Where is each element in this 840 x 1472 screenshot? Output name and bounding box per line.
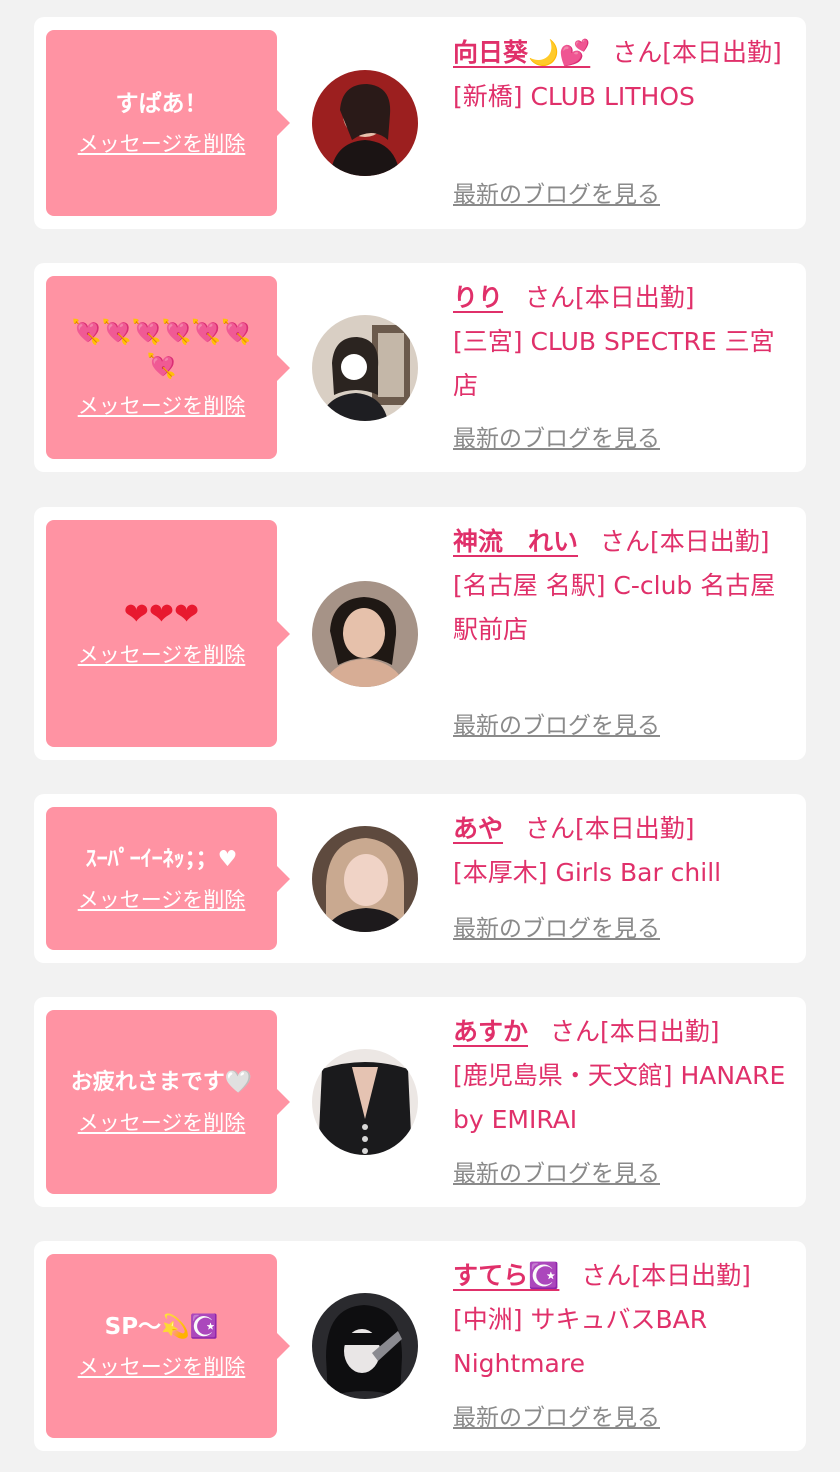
shop-name: [本厚木] Girls Bar chill: [453, 858, 722, 887]
girl-name-link[interactable]: すてら☪️: [453, 1261, 559, 1290]
message-bubble: 💘💘💘💘💘💘💘 メッセージを削除: [46, 276, 290, 459]
shop-name: [中洲] サキュバスBAR Nightmare: [453, 1305, 708, 1378]
attendance-status: さん[本日出勤]: [550, 1017, 720, 1046]
avatar-photo: [312, 1049, 418, 1155]
delete-message-link[interactable]: メッセージを削除: [78, 640, 246, 670]
message-card: お疲れさまです🤍 メッセージを削除 あすか さん[本日出勤] [鹿児島県・天文館]…: [34, 997, 806, 1207]
shop-name: [名古屋 名駅] C-club 名古屋駅前店: [453, 571, 776, 644]
message-bubble: ｽｰﾊﾟｰｲｰﾈｯ；；♥ メッセージを削除: [46, 807, 290, 950]
girl-name-link[interactable]: 神流 れい: [453, 527, 578, 556]
girl-info: りり さん[本日出勤] [三宮] CLUB SPECTRE 三宮店: [453, 276, 793, 408]
avatar-photo: [312, 70, 418, 176]
latest-blog-link[interactable]: 最新のブログを見る: [453, 422, 660, 456]
avatar[interactable]: [312, 1049, 418, 1155]
attendance-status: さん[本日出勤]: [525, 283, 695, 312]
message-bubble: お疲れさまです🤍 メッセージを削除: [46, 1010, 290, 1194]
message-card: ❤❤❤ メッセージを削除 神流 れい さん[本日出勤] [名古屋 名駅] C-cl…: [34, 507, 806, 760]
shop-name: [鹿児島県・天文館] HANARE by EMIRAI: [453, 1061, 786, 1134]
girl-name-link[interactable]: あすか: [453, 1017, 528, 1046]
message-text: すぱあ！: [115, 91, 208, 117]
latest-blog-link[interactable]: 最新のブログを見る: [453, 178, 660, 212]
avatar[interactable]: [312, 581, 418, 687]
shop-name: [三宮] CLUB SPECTRE 三宮店: [453, 327, 775, 400]
avatar[interactable]: [312, 826, 418, 932]
attendance-status: さん[本日出勤]: [612, 38, 782, 67]
avatar[interactable]: [312, 315, 418, 421]
girl-info: あや さん[本日出勤] [本厚木] Girls Bar chill: [453, 807, 793, 895]
avatar-photo: [312, 581, 418, 687]
message-bubble: ❤❤❤ メッセージを削除: [46, 520, 290, 747]
avatar[interactable]: [312, 1293, 418, 1399]
shop-name: [新橋] CLUB LITHOS: [453, 82, 695, 111]
girl-info: あすか さん[本日出勤] [鹿児島県・天文館] HANARE by EMIRAI: [453, 1010, 793, 1142]
message-text: SP〜💫☪️: [104, 1314, 219, 1340]
avatar-photo: [312, 826, 418, 932]
delete-message-link[interactable]: メッセージを削除: [78, 1108, 246, 1138]
latest-blog-link[interactable]: 最新のブログを見る: [453, 912, 660, 946]
girl-name-link[interactable]: あや: [453, 814, 503, 843]
message-text: 💘💘💘💘💘💘💘: [71, 317, 252, 380]
attendance-status: さん[本日出勤]: [581, 1261, 751, 1290]
latest-blog-link[interactable]: 最新のブログを見る: [453, 1157, 660, 1191]
delete-message-link[interactable]: メッセージを削除: [78, 129, 246, 159]
delete-message-link[interactable]: メッセージを削除: [78, 391, 246, 421]
message-text: ｽｰﾊﾟｰｲｰﾈｯ；；♥: [85, 846, 238, 872]
girl-info: 向日葵🌙💕 さん[本日出勤] [新橋] CLUB LITHOS: [453, 31, 793, 119]
delete-message-link[interactable]: メッセージを削除: [78, 1352, 246, 1382]
girl-info: すてら☪️ さん[本日出勤] [中洲] サキュバスBAR Nightmare: [453, 1254, 793, 1386]
message-text: ❤❤❤: [123, 596, 200, 632]
attendance-status: さん[本日出勤]: [600, 527, 770, 556]
attendance-status: さん[本日出勤]: [525, 814, 695, 843]
latest-blog-link[interactable]: 最新のブログを見る: [453, 1401, 660, 1435]
avatar-photo: [312, 1293, 418, 1399]
message-bubble: SP〜💫☪️ メッセージを削除: [46, 1254, 290, 1438]
latest-blog-link[interactable]: 最新のブログを見る: [453, 709, 660, 743]
avatar[interactable]: [312, 70, 418, 176]
message-list: すぱあ！ メッセージを削除 向日葵🌙💕 さん[本日出勤] [新橋] CLUB LI…: [0, 0, 840, 1472]
message-card: SP〜💫☪️ メッセージを削除 すてら☪️ さん[本日出勤] [中洲] サキュバス…: [34, 1241, 806, 1451]
girl-name-link[interactable]: 向日葵🌙💕: [453, 38, 590, 67]
message-card: すぱあ！ メッセージを削除 向日葵🌙💕 さん[本日出勤] [新橋] CLUB LI…: [34, 17, 806, 229]
girl-name-link[interactable]: りり: [453, 283, 503, 312]
message-card: ｽｰﾊﾟｰｲｰﾈｯ；；♥ メッセージを削除 あや さん[本日出勤] [本厚木] G…: [34, 794, 806, 963]
girl-info: 神流 れい さん[本日出勤] [名古屋 名駅] C-club 名古屋駅前店: [453, 520, 793, 652]
message-text: お疲れさまです🤍: [70, 1070, 253, 1095]
message-card: 💘💘💘💘💘💘💘 メッセージを削除 りり さん[本日出勤] [三宮] CLUB SP…: [34, 263, 806, 472]
avatar-photo: [312, 315, 418, 421]
delete-message-link[interactable]: メッセージを削除: [78, 885, 246, 915]
message-bubble: すぱあ！ メッセージを削除: [46, 30, 290, 216]
